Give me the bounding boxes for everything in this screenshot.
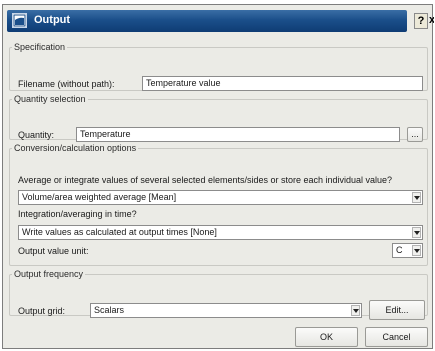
output-grid-label: Output grid: — [18, 306, 66, 316]
conversion-legend: Conversion/calculation options — [14, 143, 137, 153]
window-title: Output — [34, 14, 71, 26]
aggregation-select[interactable]: Volume/area weighted average [Mean] — [18, 190, 423, 205]
output-dialog: Output ? x Specification Filename (witho… — [2, 4, 434, 349]
output-grid-select[interactable]: Scalars — [90, 303, 362, 318]
time-integration-select-value: Write values as calculated at output tim… — [22, 227, 217, 237]
quantity-browse-button[interactable]: ... — [407, 127, 423, 142]
frequency-group: Output frequency Output grid: Scalars Ed… — [9, 269, 428, 320]
ok-button[interactable]: OK — [295, 327, 358, 347]
aggregation-select-value: Volume/area weighted average [Mean] — [22, 192, 177, 202]
aggregation-question: Average or integrate values of several s… — [18, 175, 393, 185]
output-grid-dropdown-arrow[interactable] — [351, 305, 360, 316]
filename-label: Filename (without path): — [18, 79, 115, 89]
filename-field[interactable]: Temperature value — [142, 76, 423, 91]
output-unit-select[interactable]: C — [392, 243, 423, 258]
window-app-icon — [12, 13, 27, 28]
quantity-group: Quantity selection Quantity: Temperature… — [9, 94, 428, 142]
time-integration-dropdown-arrow[interactable] — [412, 227, 421, 238]
output-unit-label: Output value unit: — [18, 246, 89, 256]
specification-legend: Specification — [14, 42, 66, 52]
close-button[interactable]: x — [429, 13, 434, 29]
title-bar[interactable]: Output — [7, 10, 407, 32]
quantity-label: Quantity: — [18, 130, 55, 140]
edit-grid-button[interactable]: Edit... — [369, 300, 425, 320]
output-unit-dropdown-arrow[interactable] — [412, 245, 421, 256]
specification-group: Specification Filename (without path): T… — [9, 42, 428, 91]
output-unit-value: C — [396, 245, 403, 255]
output-grid-value: Scalars — [94, 305, 125, 315]
cancel-button[interactable]: Cancel — [365, 327, 428, 347]
quantity-legend: Quantity selection — [14, 94, 86, 104]
help-button[interactable]: ? — [414, 13, 428, 29]
frequency-legend: Output frequency — [14, 269, 84, 279]
time-integration-select[interactable]: Write values as calculated at output tim… — [18, 225, 423, 240]
aggregation-dropdown-arrow[interactable] — [412, 192, 421, 203]
conversion-group: Conversion/calculation options Average o… — [9, 143, 428, 266]
time-integration-question: Integration/averaging in time? — [18, 209, 137, 219]
quantity-field[interactable]: Temperature — [76, 127, 400, 142]
